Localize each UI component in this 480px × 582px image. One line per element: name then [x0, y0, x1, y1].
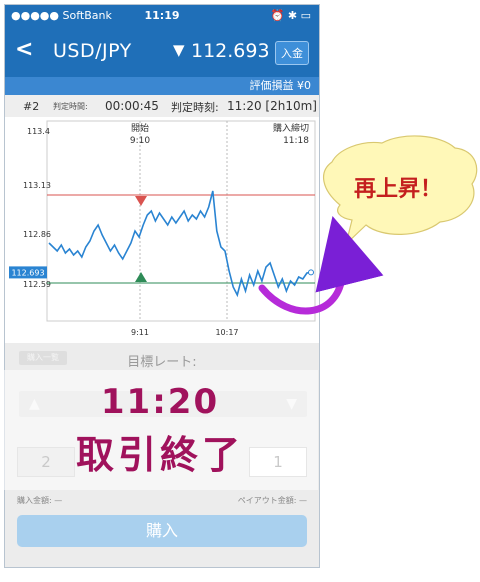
- pnl-bar: 評価損益 ¥0: [5, 77, 319, 95]
- judge-time-label: 判定時刻:: [171, 101, 219, 114]
- deposit-button[interactable]: 入金: [275, 41, 309, 65]
- status-icons: ⏰ ✱ ▭: [270, 9, 311, 22]
- duration-value: 00:00:45: [105, 99, 159, 113]
- speech-bubble: [323, 135, 478, 246]
- purchase-amount-label: 購入金額: —: [17, 496, 63, 505]
- start-time: 9:10: [130, 136, 150, 146]
- round-number: #2: [23, 100, 40, 113]
- price-chart: 開始 9:10 購入締切 11:18 113.4 113.13 112.86 1…: [5, 117, 319, 343]
- header: < USD/JPY ▼ 112.693 入金: [5, 27, 319, 77]
- start-label: 開始: [131, 122, 149, 134]
- pnl-label: 評価損益: [249, 79, 294, 92]
- x-tick-0: 9:11: [131, 328, 149, 337]
- close-label: 購入締切: [273, 122, 309, 134]
- plot-area: [46, 120, 316, 322]
- x-tick-1: 10:17: [215, 328, 238, 337]
- y-tick-2: 112.86: [23, 230, 51, 239]
- y-tick-3: 112.59: [23, 280, 51, 289]
- status-bar: ●●●●● SoftBank 11:19 ⏰ ✱ ▭: [5, 5, 319, 27]
- last-price-point: [308, 269, 314, 276]
- chart-svg: 開始 9:10 購入締切 11:18 113.4 113.13 112.86 1…: [9, 120, 316, 337]
- trade-end-label: 取引終了: [75, 433, 244, 477]
- y-tick-1: 113.13: [23, 181, 51, 190]
- down-arrow-icon: ▼: [173, 41, 185, 59]
- current-price: 112.693: [191, 40, 270, 62]
- judge-time-value: 11:20 [2h10m]: [227, 99, 317, 113]
- target-rate-label: 目標レート:: [127, 355, 197, 370]
- pnl-value: ¥0: [297, 79, 311, 92]
- close-time: 11:18: [283, 136, 309, 146]
- payout-amount-label: ペイアウト金額: —: [237, 496, 307, 505]
- callout-text: 再上昇！: [354, 177, 442, 202]
- info-bar: #2 判定時間: 00:00:45 判定時刻: 11:20 [2h10m]: [5, 95, 319, 118]
- currency-pair: USD/JPY: [53, 40, 132, 62]
- duration-label: 判定時間:: [53, 102, 88, 111]
- trade-end-time: 11:20: [100, 382, 220, 422]
- current-price-tag-text: 112.693: [11, 268, 44, 277]
- buy-button[interactable]: 購入: [17, 515, 307, 547]
- back-icon[interactable]: <: [15, 37, 33, 62]
- y-tick-0: 113.4: [27, 127, 50, 136]
